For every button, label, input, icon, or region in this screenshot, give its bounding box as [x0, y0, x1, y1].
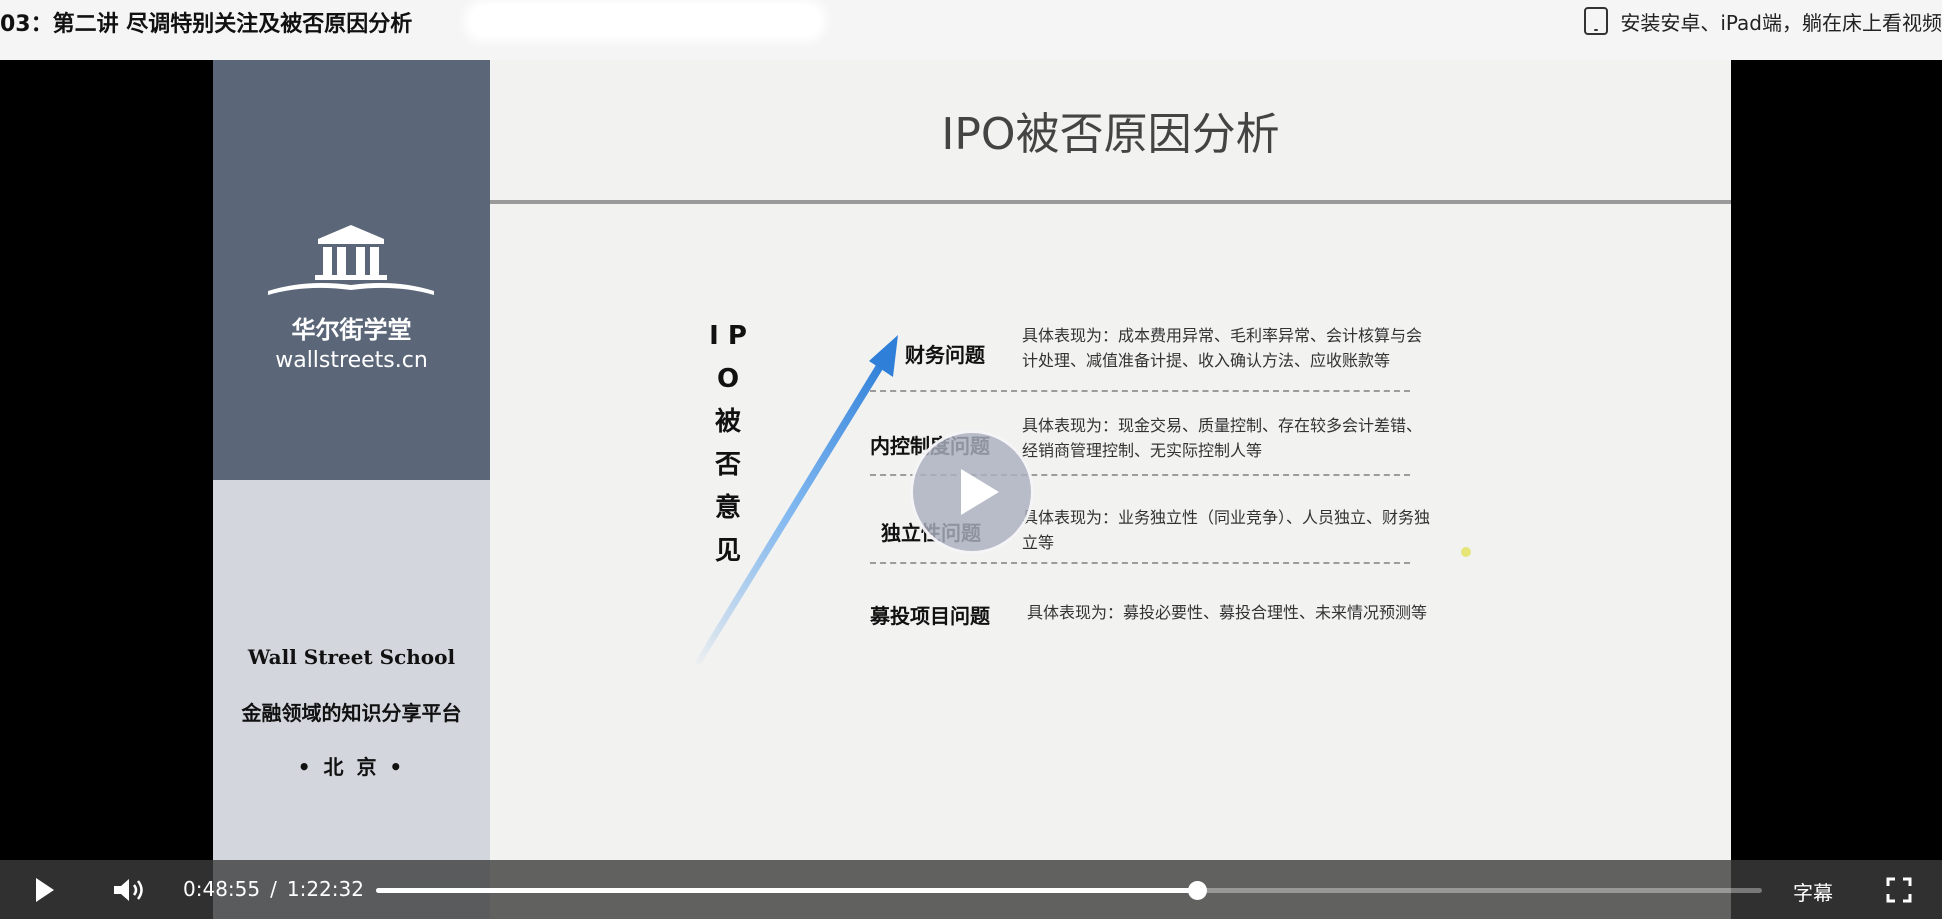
- brand-name-cn: 华尔街学堂: [291, 316, 412, 344]
- redacted-blur: [470, 6, 820, 36]
- platform-slogan: 金融领域的知识分享平台: [241, 701, 462, 725]
- row-desc-fundraising: 具体表现为：募投必要性、募投合理性、未来情况预测等: [1027, 603, 1428, 622]
- brand-website: wallstreets.cn: [275, 348, 428, 373]
- row-title-fundraising: 募投项目问题: [870, 604, 990, 628]
- play-icon[interactable]: [36, 878, 54, 902]
- video-player[interactable]: 华尔街学堂 wallstreets.cn Wall Street School …: [0, 60, 1942, 919]
- row-title-finance: 财务问题: [905, 343, 985, 367]
- total-duration: 1:22:32: [286, 877, 364, 901]
- subtitles-button[interactable]: 字幕: [1793, 877, 1833, 906]
- progress-handle[interactable]: [1188, 881, 1208, 900]
- cursor-dot: [1461, 547, 1471, 557]
- row-desc-independence: 具体表现为：业务独立性（同业竞争）、人员独立、财务独立等: [1022, 508, 1431, 552]
- progress-fill: [376, 888, 1198, 893]
- city-label: • 北 京 •: [297, 755, 406, 779]
- course-title: 03：第二讲 尽调特别关注及被否原因分析: [0, 12, 413, 37]
- progress-bar[interactable]: [376, 881, 1762, 900]
- app-promo-link[interactable]: 安装安卓、iPad端，躺在床上看视频: [1584, 6, 1942, 36]
- slide-title: IPO被否原因分析: [941, 109, 1280, 160]
- current-time: 0:48:55: [183, 877, 261, 901]
- center-play-button[interactable]: [910, 430, 1034, 554]
- volume-icon[interactable]: [112, 876, 146, 904]
- school-name-en: Wall Street School: [247, 645, 456, 669]
- tablet-icon: [1584, 7, 1609, 35]
- title-divider: [490, 200, 1731, 204]
- row-divider: [870, 390, 1410, 392]
- player-control-bar: 0:48:55 / 1:22:32 字幕: [0, 860, 1942, 919]
- row-desc-finance: 具体表现为：成本费用异常、毛利率异常、会计核算与会计处理、减值准备计提、收入确认…: [1022, 326, 1423, 370]
- fullscreen-icon[interactable]: [1886, 877, 1912, 903]
- page-header: 03：第二讲 尽调特别关注及被否原因分析 安装安卓、iPad端，躺在床上看视频: [0, 0, 1942, 60]
- time-separator: /: [270, 877, 277, 901]
- row-desc-internal-control: 具体表现为：现金交易、质量控制、存在较多会计差错、经销商管理控制、无实际控制人等: [1022, 416, 1423, 460]
- bank-building-logo: [268, 225, 434, 295]
- promo-text: 安装安卓、iPad端，躺在床上看视频: [1620, 10, 1942, 35]
- row-divider: [870, 562, 1410, 564]
- time-display: 0:48:55 / 1:22:32: [183, 877, 364, 901]
